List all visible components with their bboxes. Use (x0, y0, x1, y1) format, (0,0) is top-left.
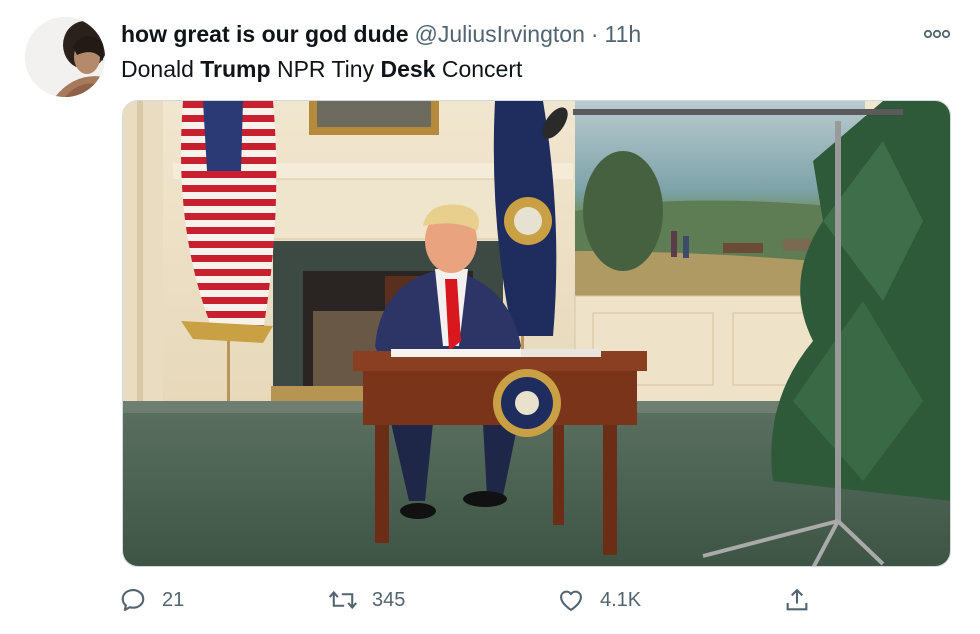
tweet-header: how great is our god dude @JuliusIrvingt… (121, 20, 641, 48)
share-button[interactable] (782, 583, 812, 617)
share-icon (782, 585, 812, 615)
more-options-button[interactable] (920, 22, 954, 46)
tweet-text-part: Trump (200, 56, 271, 82)
tweet-text-part: Concert (435, 56, 523, 82)
timestamp[interactable]: 11h (605, 20, 642, 48)
tweet-media-photo[interactable] (122, 100, 951, 567)
display-name[interactable]: how great is our god dude (121, 20, 409, 48)
tweet-text-part: NPR Tiny (270, 56, 381, 82)
user-handle[interactable]: @JuliusIrvington (415, 20, 585, 48)
tweet-text-part: Donald (121, 56, 201, 82)
like-button[interactable]: 4.1K (556, 583, 641, 617)
avatar-image (25, 17, 105, 97)
reply-count: 21 (162, 588, 185, 611)
separator-dot: · (590, 21, 599, 47)
tweet-text: Donald Trump NPR Tiny Desk Concert (121, 55, 522, 83)
more-horizontal-icon (923, 29, 951, 39)
tweet-text-part: Desk (380, 56, 436, 82)
retweet-count: 345 (372, 588, 406, 611)
photo-image (123, 101, 950, 566)
heart-icon (556, 585, 586, 615)
retweet-button[interactable]: 345 (328, 583, 405, 617)
tweet-actions: 21 345 4.1K (118, 583, 838, 617)
reply-icon (118, 585, 148, 615)
avatar[interactable] (25, 17, 105, 97)
reply-button[interactable]: 21 (118, 583, 184, 617)
like-count: 4.1K (600, 588, 642, 611)
retweet-icon (328, 585, 358, 615)
tweet-card[interactable]: how great is our god dude @JuliusIrvingt… (0, 0, 980, 634)
